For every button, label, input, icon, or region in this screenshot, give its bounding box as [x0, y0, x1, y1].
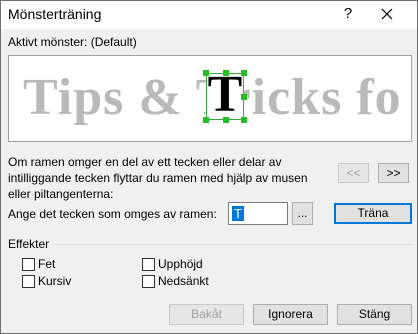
pattern-training-dialog: Mönsterträning ? Aktivt mönster: (Defaul… [0, 0, 418, 334]
title-bar[interactable]: Mönsterträning ? [1, 1, 417, 29]
superscript-checkbox-label: Upphöjd [158, 257, 203, 271]
resize-handle-bottom-right[interactable] [241, 117, 247, 123]
train-button[interactable]: Träna [334, 203, 412, 224]
character-input-value: T [232, 206, 244, 221]
selection-frame[interactable]: T [206, 66, 244, 123]
next-button[interactable]: >> [378, 163, 409, 183]
superscript-checkbox-box[interactable] [142, 258, 155, 271]
resize-handle-top[interactable] [223, 70, 229, 76]
bold-checkbox-label: Fet [38, 257, 56, 271]
italic-checkbox-label: Kursiv [38, 274, 72, 288]
browse-characters-button[interactable]: ... [292, 202, 313, 225]
close-button[interactable]: Stäng [337, 304, 412, 325]
resize-handle-top-left[interactable] [203, 70, 209, 76]
frame-instructions: Om ramen omger en del av ett tecken elle… [8, 155, 308, 201]
resize-handle-right[interactable] [241, 94, 247, 100]
back-button[interactable]: Bakåt [169, 304, 244, 325]
character-input[interactable]: T [228, 202, 288, 225]
bold-checkbox-box[interactable] [22, 258, 35, 271]
character-preview[interactable]: Tips & Tricks fo T [8, 55, 412, 142]
previous-button[interactable]: << [338, 163, 369, 183]
italic-checkbox-box[interactable] [22, 275, 35, 288]
subscript-checkbox-label: Nedsänkt [158, 274, 209, 288]
effects-group-label: Effekter [8, 237, 50, 251]
active-pattern-value: (Default) [90, 35, 137, 49]
resize-handle-bottom-left[interactable] [203, 117, 209, 123]
subscript-checkbox-box[interactable] [142, 275, 155, 288]
active-pattern-row: Aktivt mönster: (Default) [8, 35, 137, 49]
help-icon[interactable]: ? [338, 4, 358, 24]
effects-divider [55, 244, 412, 245]
window-title: Mönsterträning [8, 6, 102, 22]
resize-handle-bottom[interactable] [223, 117, 229, 123]
active-pattern-label: Aktivt mönster: [8, 35, 88, 49]
resize-handle-top-right[interactable] [241, 70, 247, 76]
close-icon[interactable] [377, 4, 397, 24]
character-entry-label: Ange det tecken som omges av ramen: [8, 207, 217, 221]
ignore-button[interactable]: Ignorera [253, 304, 328, 325]
